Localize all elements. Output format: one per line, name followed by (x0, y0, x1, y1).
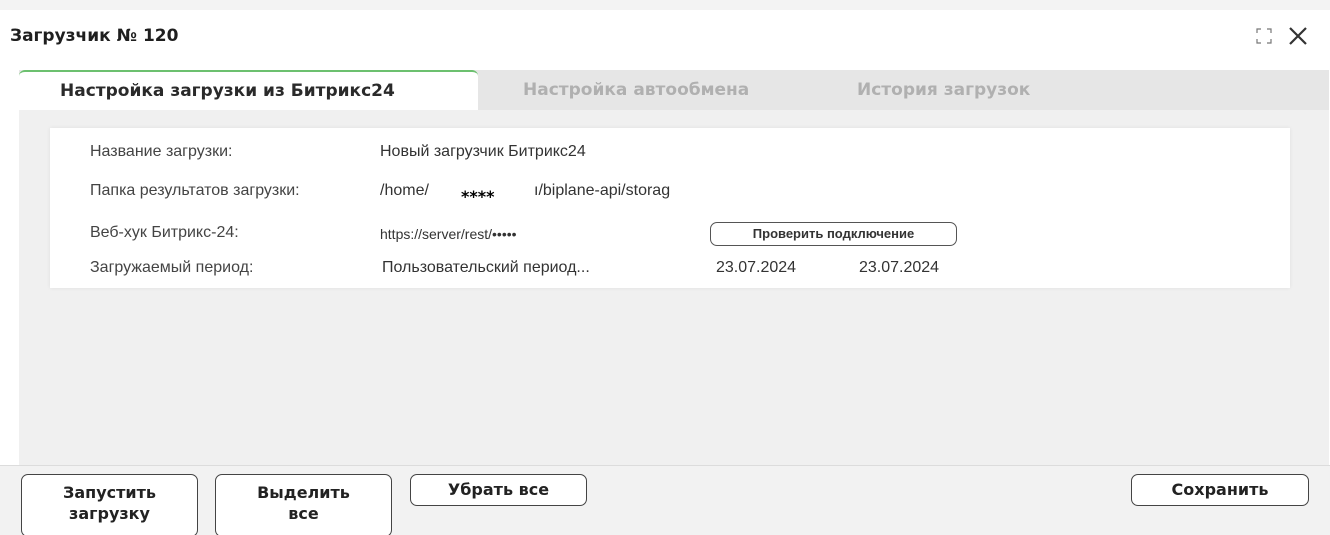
expand-icon[interactable] (1255, 27, 1273, 45)
date-to-field[interactable]: 23.07.2024 (859, 259, 939, 277)
period-select[interactable]: Пользовательский период... (382, 259, 590, 277)
date-from-field[interactable]: 23.07.2024 (716, 259, 796, 277)
tab-bitrix-settings[interactable]: Настройка загрузки из Битрикс24 (19, 70, 478, 110)
webhook-value[interactable]: https://server/rest/••••• (380, 226, 517, 242)
period-label: Загружаемый период: (90, 259, 254, 276)
load-name-value[interactable]: Новый загрузчик Битрикс24 (380, 143, 586, 161)
title-bar: Загрузчик № 120 (0, 10, 1330, 62)
check-connection-button[interactable]: Проверить подключение (710, 222, 957, 246)
save-button[interactable]: Сохранить (1131, 474, 1309, 506)
select-all-button-line2: все (288, 504, 319, 523)
top-strip (0, 0, 1330, 10)
tab-autoexchange-settings[interactable]: Настройка автообмена (523, 70, 749, 110)
result-folder-value-start[interactable]: /home/ (380, 182, 429, 200)
load-name-label: Название загрузки: (90, 143, 233, 160)
remove-all-button[interactable]: Убрать все (410, 474, 587, 506)
select-all-button-line1: Выделить (257, 483, 350, 502)
window-title: Загрузчик № 120 (10, 26, 179, 46)
result-folder-mask: **** (461, 187, 495, 206)
start-load-button[interactable]: Запустить загрузку (21, 474, 198, 535)
close-icon[interactable] (1287, 25, 1309, 47)
start-load-button-line2: загрузку (69, 504, 150, 523)
result-folder-value-end[interactable]: ı/biplane-api/storag (534, 182, 670, 200)
result-folder-label: Папка результатов загрузки: (90, 182, 300, 199)
webhook-label: Веб-хук Битрикс-24: (90, 224, 239, 241)
select-all-button[interactable]: Выделить все (215, 474, 392, 535)
tab-load-history[interactable]: История загрузок (857, 70, 1030, 110)
start-load-button-line1: Запустить (62, 483, 156, 502)
